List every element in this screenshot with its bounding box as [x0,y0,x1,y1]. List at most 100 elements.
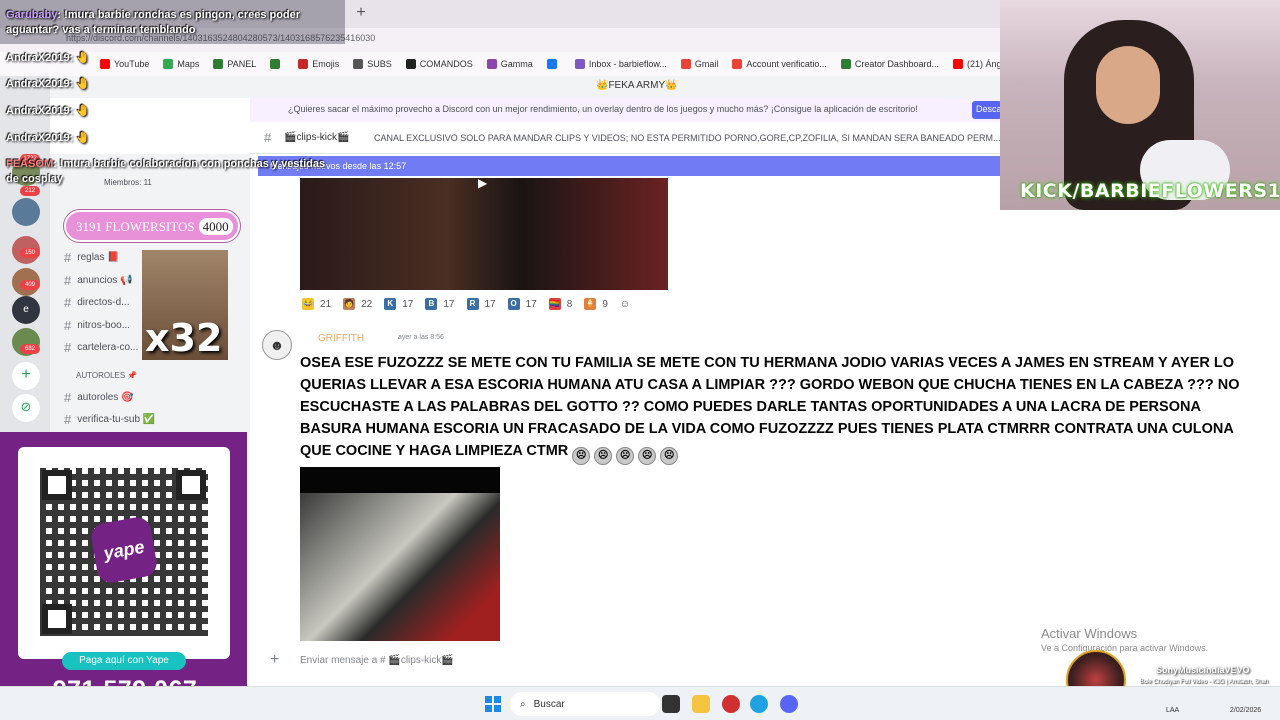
chat-user: AndraX2019 [6,132,70,144]
bookmark-icon [298,59,309,69]
avatar[interactable]: ☻ [262,330,292,360]
reaction-chip[interactable]: 😂 21 [300,296,333,312]
channel-item[interactable]: # verifica-tu-sub ✅ [64,412,155,427]
reaction-count: 17 [443,298,455,310]
mention-badge: 212 [20,186,40,196]
category-autoroles[interactable]: AUTOROLES 📌 [76,371,137,380]
server-icon[interactable]: e [12,296,40,324]
discover-icon[interactable]: ⊘ [12,394,40,422]
bookmark-item[interactable]: SUBS [353,59,392,69]
reaction-chip[interactable]: 🧑 22 [341,296,374,312]
new-tab-button[interactable]: + [352,4,370,22]
reaction-icon: K [384,298,397,310]
add-reaction-icon[interactable]: ☺ [618,296,632,312]
app-icon[interactable] [722,695,740,713]
music-channel: SonyMusicIndiaVEVO [1156,665,1250,675]
bookmark-item[interactable]: Gamma [486,59,533,69]
qr-finder [42,470,72,500]
attach-plus-icon[interactable]: + [270,651,279,669]
bookmark-label: Maps [177,59,200,69]
reaction-icon: B [425,298,438,310]
reaction-icon: 🏳️‍🌈 [548,298,561,310]
chat-text: 🤚 [76,105,91,117]
reaction-chip[interactable]: O 17 [506,296,539,312]
bookmark-icon [163,59,174,69]
mention-badge: 682 [20,344,40,354]
channel-item[interactable]: # autoroles 🎯 [64,390,134,405]
channel-item[interactable]: # nitros-boo... [64,318,130,333]
bookmark-item[interactable]: Gmail [680,59,718,69]
activate-windows-title: Activar Windows [1041,626,1138,641]
reaction-count: 22 [361,298,373,310]
chat-line: AndraX2019: 🤚 [6,105,91,117]
play-icon[interactable]: ▶ [478,176,492,192]
message-timestamp: ayer a las 8:56 [398,334,444,341]
bookmark-icon [100,59,110,69]
flowers-goal-bar: 3191 FLOWERSITOS 4000 [64,210,240,242]
taskbar-date: 2/02/2026 [1230,707,1262,714]
windows-start-icon[interactable] [485,696,501,712]
channel-item[interactable]: # directos-d... [64,295,129,310]
message-input[interactable]: Enviar mensaje a # 🎬clips-kick🎬 [300,655,454,666]
reaction-count: 9 [602,298,608,310]
bookmark-item[interactable]: PANEL [213,59,256,69]
taskbar-search[interactable]: ⌕ Buscar [510,692,660,716]
reaction-chip[interactable]: B 17 [423,296,456,312]
channel-name: 🎬clips-kick🎬 [284,132,350,143]
bookmark-item[interactable]: Account verificatio... [732,59,827,69]
reaction-icon: O [507,298,520,310]
search-label: Buscar [533,698,565,710]
file-explorer-icon[interactable] [692,695,710,713]
chat-line: FEASOM: !mura barbie colaboracion con po… [6,158,326,185]
channel-item[interactable]: # anuncios 📢 [64,273,133,288]
discord-icon[interactable] [780,695,798,713]
chat-text: 🤚 [76,132,91,144]
bookmark-item[interactable]: COMANDOS [405,59,473,69]
bookmark-icon [353,59,364,69]
add-server-icon[interactable]: + [12,362,40,390]
sad-face-icon: ☹ [616,447,635,465]
reaction-count: 17 [402,298,414,310]
sad-face-icon: ☹ [660,447,679,465]
download-button[interactable]: Descargar [972,101,1018,119]
channel-label: verifica-tu-sub ✅ [77,414,156,425]
chat-line: AndraX2019: 🤚 [6,52,91,64]
bookmark-item[interactable] [546,59,561,69]
message-author[interactable]: GRIFFITH [318,333,364,344]
video-attachment[interactable] [300,493,500,641]
bookmark-icon [486,59,497,69]
reaction-icon: 😂 [302,298,314,310]
bookmark-item[interactable]: YouTube [100,59,149,69]
bookmark-item[interactable]: Inbox - barbieflow... [574,59,667,69]
channel-topic[interactable]: CANAL EXCLUSIVO SOLO PARA MANDAR CLIPS Y… [374,133,1000,143]
bookmark-label: Emojis [312,59,340,69]
bookmark-item[interactable]: Maps [163,59,199,69]
bookmark-icon [405,59,416,69]
reaction-chip[interactable]: R 17 [465,296,498,312]
multiplier-text: x32 [145,316,223,360]
server-icon[interactable] [12,198,40,226]
reaction-chip[interactable]: 🏳️‍🌈 8 [547,296,575,312]
task-view-icon[interactable] [662,695,680,713]
reaction-chip[interactable]: 🍦 9 [582,296,610,312]
video-attachment[interactable] [300,178,668,290]
bookmark-item[interactable]: Emojis [298,59,339,69]
channel-label: anuncios 📢 [77,275,133,286]
bookmark-item[interactable] [270,59,284,69]
channel-label: nitros-boo... [77,320,131,331]
edge-browser-icon[interactable] [750,695,768,713]
bookmark-label: Creator Dashboard... [854,59,939,69]
reaction-chip[interactable]: K 17 [382,296,415,312]
reaction-count: 8 [566,298,573,310]
flowers-label: 3191 FLOWERSITOS [76,219,195,234]
bookmark-icon [732,59,743,69]
channel-item[interactable]: # reglas 📕 [64,250,120,265]
bookmark-label: Inbox - barbieflow... [588,59,667,69]
bookmark-item[interactable]: Creator Dashboard... [840,59,939,69]
search-icon: ⌕ [520,698,526,710]
reaction-icon: 🧑 [343,298,356,310]
channel-item[interactable]: # cartelera-co... [64,340,138,355]
qr-finder [42,604,72,634]
chat-line: Garubaby: !mura barbie ronchas es pingon… [6,9,301,36]
activate-windows-subtitle: Ve a Configuración para activar Windows. [1041,643,1209,653]
